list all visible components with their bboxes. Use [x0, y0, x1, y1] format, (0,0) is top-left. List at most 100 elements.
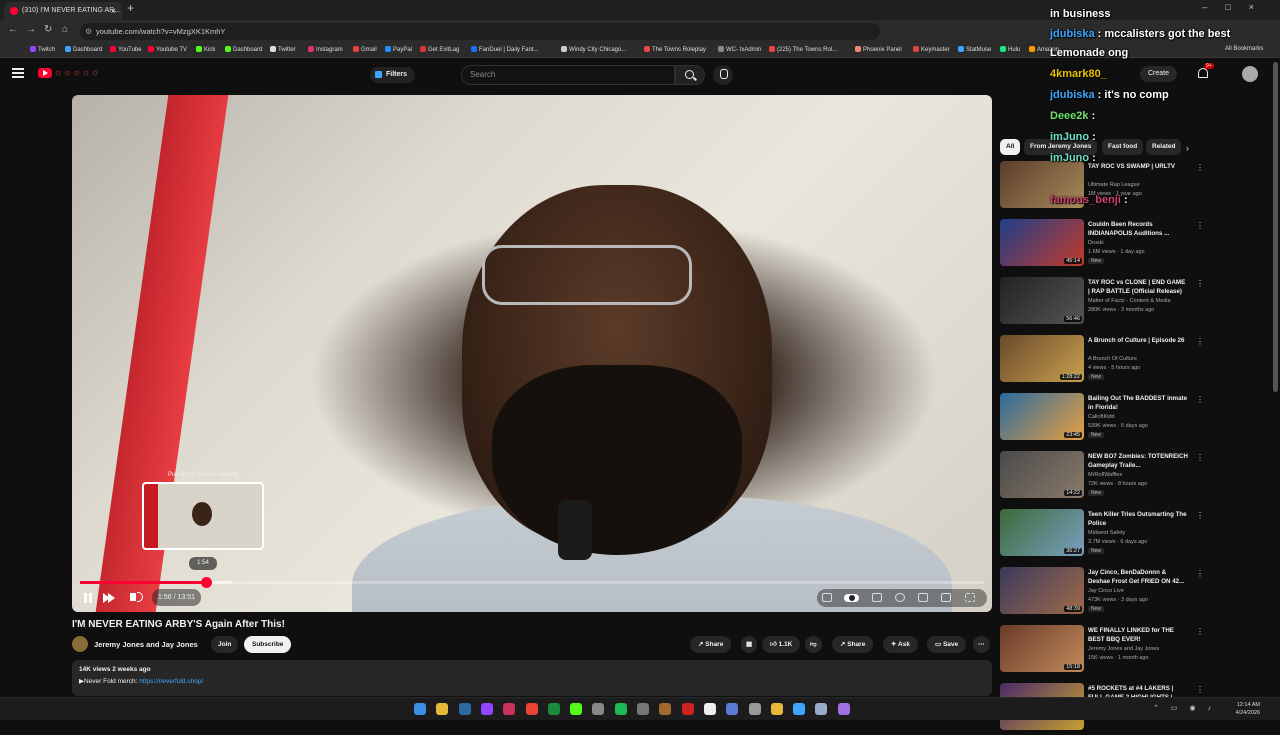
pause-icon[interactable]	[84, 593, 92, 603]
bookmark-item[interactable]: Dashboard	[225, 46, 262, 53]
bookmark-item[interactable]: StatMuse	[958, 46, 991, 53]
chip-all[interactable]: All	[1000, 139, 1021, 155]
taskbar-app-icon[interactable]	[458, 703, 471, 715]
more-options-icon[interactable]: ⋮	[1196, 453, 1204, 462]
recommendation-item[interactable]: 56:46 TAY ROC vs CLONE | END GAME | RAP B…	[1000, 277, 1204, 329]
bookmark-item[interactable]: Phoenix Panel	[855, 46, 902, 53]
progress-bar[interactable]	[80, 577, 984, 588]
dislike-icon[interactable]: 👎︎	[805, 636, 822, 653]
taskbar-app-icon[interactable]	[726, 703, 739, 715]
taskbar-app-icon[interactable]	[480, 703, 493, 715]
more-options-icon[interactable]: ⋮	[1196, 627, 1204, 636]
bookmark-item[interactable]: FanDuel | Daily Fant...	[471, 46, 539, 53]
recommendation-item[interactable]: 14:22 NEW BO7 Zombies: TOTENREICH Gamepla…	[1000, 451, 1204, 503]
bookmark-item[interactable]: Get ExitLag	[420, 46, 459, 53]
taskbar-app-icon[interactable]	[637, 703, 649, 715]
taskbar-app-icon[interactable]	[703, 703, 716, 715]
merch-link[interactable]: https://neverfold.shop/	[139, 678, 203, 685]
address-bar[interactable]: ⚙ youtube.com/watch?v=vMzgXK1KmhY	[80, 23, 880, 40]
start-menu-icon[interactable]	[414, 703, 426, 715]
bookmark-item[interactable]: Instagram	[308, 46, 343, 53]
share-button[interactable]: ↗ Share	[832, 636, 874, 653]
taskbar-app-icon[interactable]	[614, 703, 627, 715]
system-tray[interactable]: ⌃ ▭ ◉ ♪	[1153, 704, 1216, 712]
settings-gear-icon[interactable]	[895, 593, 905, 602]
back-icon[interactable]: ←	[8, 24, 18, 35]
autoplay-toggle[interactable]	[844, 594, 859, 602]
taskbar-app-icon[interactable]	[748, 703, 761, 715]
fullscreen-icon[interactable]	[965, 593, 975, 602]
video-player[interactable]: Pull up for precise seeking 1:54 1:56 / …	[72, 95, 992, 612]
bookmark-item[interactable]: Dashboard	[65, 46, 102, 53]
save-button[interactable]: ▭ Save	[927, 636, 967, 653]
recommendation-item[interactable]: 48:39 Jay Cinco, BenDaDonnn & Deshae Fros…	[1000, 567, 1204, 619]
microphone-icon[interactable]	[713, 65, 733, 85]
hamburger-menu-icon[interactable]	[12, 68, 24, 78]
volume-icon[interactable]	[130, 592, 143, 602]
taskbar-clock[interactable]: 12:14 AM 4/24/2026	[1236, 701, 1260, 717]
more-options-icon[interactable]: ⋮	[1196, 279, 1204, 288]
taskbar-app-icon[interactable]	[503, 703, 516, 715]
youtube-doodle-logo[interactable]: ☼☼☼☼☼	[54, 67, 100, 77]
subscribe-button[interactable]: Subscribe	[244, 636, 292, 653]
taskbar-app-icon[interactable]	[681, 703, 694, 715]
channel-name[interactable]: Jeremy Jones and Jay Jones	[94, 640, 198, 649]
reload-icon[interactable]: ↻	[44, 24, 52, 35]
taskbar-app-icon[interactable]	[570, 703, 583, 715]
bookmark-item[interactable]: (225) The Towns Rol...	[769, 46, 837, 53]
recommendation-thumbnail[interactable]: 15:18	[1000, 625, 1084, 672]
recommendation-item[interactable]: 36:27 Teen Killer Tries Outsmarting The P…	[1000, 509, 1204, 561]
taskbar-app-icon[interactable]	[837, 703, 850, 715]
bookmark-item[interactable]: Windy City Chicago...	[561, 46, 626, 53]
ask-button[interactable]: ✦ Ask	[883, 636, 918, 653]
like-button[interactable]: 👍︎ 1.1K	[762, 636, 801, 653]
ask-ai-icon[interactable]	[822, 593, 832, 602]
more-options-icon[interactable]: ⋮	[1196, 395, 1204, 404]
bookmark-item[interactable]: Twitch	[30, 46, 55, 53]
miniplayer-icon[interactable]	[918, 593, 928, 602]
forward-icon[interactable]: →	[26, 24, 36, 35]
bookmark-item[interactable]: Youtube TV	[148, 46, 187, 53]
join-button[interactable]: Join	[211, 636, 239, 653]
taskbar-app-icon[interactable]	[525, 703, 538, 715]
recommendation-thumbnail[interactable]: 1:28:22	[1000, 335, 1084, 382]
next-video-icon[interactable]	[103, 593, 115, 603]
bookmark-item[interactable]: Keymaster	[913, 46, 950, 53]
taskbar-app-icon[interactable]	[436, 703, 449, 715]
close-tab-icon[interactable]: ×	[111, 2, 116, 20]
more-options-icon[interactable]: ⋮	[1196, 511, 1204, 520]
recommendation-thumbnail[interactable]: 14:22	[1000, 451, 1084, 498]
bookmark-item[interactable]: The Towns Roleplay	[644, 46, 706, 53]
captions-icon[interactable]	[872, 593, 882, 602]
taskbar-app-icon[interactable]	[793, 703, 806, 715]
recommendation-item[interactable]: 15:18 WE FINALLY LINKED for THE BEST BBQ …	[1000, 625, 1204, 677]
filters-button[interactable]: Filters	[370, 67, 416, 83]
youtube-logo-icon[interactable]	[38, 68, 52, 78]
search-input[interactable]: Search	[461, 65, 675, 85]
bookmark-item[interactable]: YouTube	[110, 46, 142, 53]
remix-icon[interactable]: ▦	[741, 636, 758, 653]
description-box[interactable]: 14K views 2 weeks ago ▶Never Fold merch:…	[72, 660, 992, 696]
more-options-icon[interactable]: ⋮	[1196, 569, 1204, 578]
cast-icon[interactable]	[941, 593, 951, 602]
new-tab-button[interactable]: +	[127, 1, 134, 15]
more-actions-icon[interactable]: ⋯	[973, 636, 990, 653]
recommendation-item[interactable]: 1:28:22 A Brunch of Culture | Episode 26 A…	[1000, 335, 1204, 387]
bookmark-item[interactable]: WC- txAdmin	[718, 46, 761, 53]
recommendation-thumbnail[interactable]: 56:46	[1000, 277, 1084, 324]
bookmark-item[interactable]: PayPal	[385, 46, 412, 53]
more-options-icon[interactable]: ⋮	[1196, 337, 1204, 346]
bookmark-item[interactable]: Twitter	[270, 46, 296, 53]
taskbar-app-icon[interactable]	[815, 703, 828, 715]
home-icon[interactable]: ⌂	[62, 24, 68, 35]
more-options-icon[interactable]: ⋮	[1196, 685, 1204, 694]
channel-avatar[interactable]	[72, 636, 88, 652]
taskbar-app-icon[interactable]	[659, 703, 672, 715]
recommendation-thumbnail[interactable]: 36:27	[1000, 509, 1084, 556]
taskbar-app-icon[interactable]	[547, 703, 560, 715]
recommendation-thumbnail[interactable]: 23:45	[1000, 393, 1084, 440]
bookmark-item[interactable]: Hulu	[1000, 46, 1020, 53]
bookmark-item[interactable]: Gmail	[353, 46, 377, 53]
taskbar-app-icon[interactable]	[592, 703, 605, 715]
browser-tab[interactable]: (310) I'M NEVER EATING AR... ×	[4, 2, 122, 20]
